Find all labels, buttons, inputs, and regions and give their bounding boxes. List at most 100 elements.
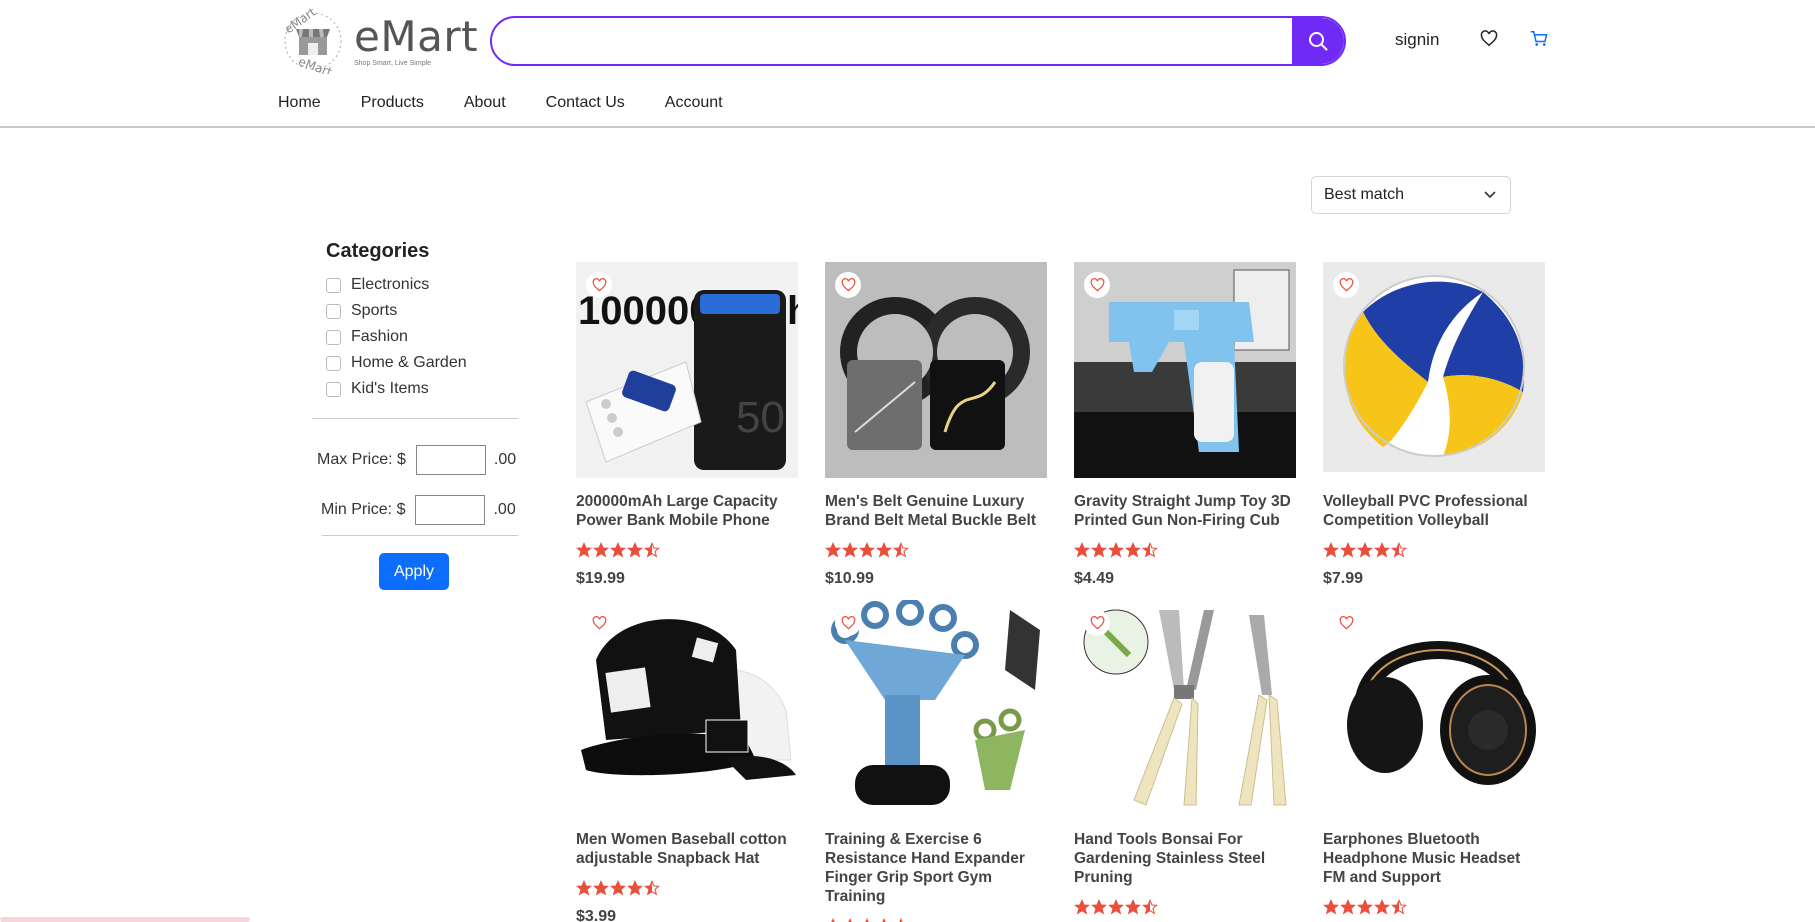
product-title[interactable]: Training & Exercise 6 Resistance Hand Ex… bbox=[825, 830, 1047, 906]
product-price: $10.99 bbox=[825, 570, 874, 587]
product-card[interactable]: Earphones Bluetooth Headphone Music Head… bbox=[1323, 600, 1545, 922]
heart-icon bbox=[1090, 278, 1104, 292]
heart-icon bbox=[1090, 616, 1104, 630]
star-icon bbox=[1391, 899, 1407, 915]
pruning-shears-image[interactable] bbox=[1074, 600, 1296, 816]
min-price-input[interactable] bbox=[415, 495, 486, 525]
brand-logo[interactable]: eMart eMart eMart Shop Smart, Live Simpl… bbox=[280, 5, 479, 80]
nav-home[interactable]: Home bbox=[278, 94, 321, 112]
product-rating bbox=[1323, 542, 1545, 560]
wishlist-heart-button[interactable] bbox=[586, 272, 612, 298]
product-card[interactable]: Hand Tools Bonsai For Gardening Stainles… bbox=[1074, 600, 1296, 922]
headphones-image[interactable] bbox=[1323, 600, 1545, 816]
category-checkbox[interactable] bbox=[326, 277, 341, 293]
category-label: Fashion bbox=[351, 328, 408, 345]
nav-products[interactable]: Products bbox=[361, 94, 424, 112]
star-icon bbox=[1142, 542, 1158, 558]
apply-button[interactable]: Apply bbox=[379, 553, 449, 590]
sort-select[interactable]: Best match bbox=[1311, 176, 1511, 214]
nav-account[interactable]: Account bbox=[665, 94, 723, 112]
volleyball-image[interactable] bbox=[1323, 262, 1545, 478]
product-card[interactable]: Gravity Straight Jump Toy 3D Printed Gun… bbox=[1074, 262, 1296, 588]
snapback-hat-image[interactable] bbox=[576, 600, 798, 816]
nav-contact-us[interactable]: Contact Us bbox=[546, 94, 625, 112]
star-icon bbox=[610, 880, 626, 896]
wishlist-heart-button[interactable] bbox=[1084, 272, 1110, 298]
category-electronics[interactable]: Electronics bbox=[326, 272, 467, 298]
star-icon bbox=[882, 918, 886, 922]
product-title[interactable]: Men's Belt Genuine Luxury Brand Belt Met… bbox=[825, 492, 1047, 530]
star-icon bbox=[848, 918, 852, 922]
star-icon bbox=[593, 542, 609, 558]
product-rating bbox=[1323, 899, 1545, 917]
search-input[interactable] bbox=[492, 18, 1292, 64]
wishlist-heart-button[interactable] bbox=[835, 272, 861, 298]
category-checkbox[interactable] bbox=[326, 381, 341, 397]
star-icon bbox=[825, 542, 841, 558]
star-icon bbox=[1374, 542, 1390, 558]
star-icon bbox=[1340, 542, 1356, 558]
main-nav: Home Products About Contact Us Account bbox=[278, 94, 763, 112]
star-icon bbox=[865, 918, 869, 922]
divider bbox=[322, 535, 518, 536]
category-label: Sports bbox=[351, 302, 398, 319]
star-icon bbox=[1074, 899, 1090, 915]
product-card[interactable]: Training & Exercise 6 Resistance Hand Ex… bbox=[825, 600, 1047, 922]
star-icon bbox=[627, 542, 643, 558]
wishlist-heart-button[interactable] bbox=[586, 610, 612, 636]
star-icon bbox=[1091, 899, 1107, 915]
category-fashion[interactable]: Fashion bbox=[326, 324, 467, 350]
category-checkbox[interactable] bbox=[326, 303, 341, 319]
star-icon bbox=[876, 542, 892, 558]
brand-name: eMart bbox=[354, 11, 479, 61]
product-card[interactable]: Men's Belt Genuine Luxury Brand Belt Met… bbox=[825, 262, 1047, 588]
category-checkbox[interactable] bbox=[326, 329, 341, 345]
star-icon bbox=[842, 542, 858, 558]
search-bar bbox=[490, 16, 1346, 66]
scroll-indicator bbox=[0, 917, 250, 922]
toy-gun-image[interactable] bbox=[1074, 262, 1296, 478]
sort-selected-label: Best match bbox=[1324, 186, 1405, 203]
product-rating bbox=[825, 542, 1047, 560]
product-title[interactable]: 200000mAh Large Capacity Power Bank Mobi… bbox=[576, 492, 798, 530]
star-icon bbox=[1091, 542, 1107, 558]
wishlist-heart-button[interactable] bbox=[1333, 272, 1359, 298]
category-sports[interactable]: Sports bbox=[326, 298, 467, 324]
product-title[interactable]: Men Women Baseball cotton adjustable Sna… bbox=[576, 830, 798, 868]
product-title[interactable]: Gravity Straight Jump Toy 3D Printed Gun… bbox=[1074, 492, 1296, 530]
product-title[interactable]: Volleyball PVC Professional Competition … bbox=[1323, 492, 1545, 530]
wishlist-button[interactable] bbox=[1480, 30, 1498, 52]
heart-icon bbox=[841, 616, 855, 630]
star-icon bbox=[576, 880, 592, 896]
product-title[interactable]: Hand Tools Bonsai For Gardening Stainles… bbox=[1074, 830, 1296, 887]
heart-icon bbox=[1339, 278, 1353, 292]
cart-icon bbox=[1530, 31, 1548, 46]
product-rating bbox=[825, 918, 1047, 922]
signin-link[interactable]: signin bbox=[1395, 30, 1439, 50]
heart-icon bbox=[1480, 30, 1498, 47]
product-title[interactable]: Earphones Bluetooth Headphone Music Head… bbox=[1323, 830, 1545, 887]
cents-label: .00 bbox=[493, 451, 517, 468]
wishlist-heart-button[interactable] bbox=[835, 610, 861, 636]
product-rating bbox=[576, 880, 798, 898]
product-price: $3.99 bbox=[576, 908, 617, 922]
svg-text:50: 50 bbox=[736, 393, 785, 442]
product-card[interactable]: Men Women Baseball cotton adjustable Sna… bbox=[576, 600, 798, 922]
category-home-garden[interactable]: Home & Garden bbox=[326, 350, 467, 376]
power-bank-image[interactable]: 100000 mAh 50 bbox=[576, 262, 798, 478]
product-rating bbox=[1074, 542, 1296, 560]
belt-image[interactable] bbox=[825, 262, 1047, 478]
category-checkbox[interactable] bbox=[326, 355, 341, 371]
cart-button[interactable] bbox=[1530, 30, 1548, 52]
product-card[interactable]: Volleyball PVC Professional Competition … bbox=[1323, 262, 1545, 588]
nav-about[interactable]: About bbox=[464, 94, 506, 112]
star-icon bbox=[1074, 542, 1090, 558]
wishlist-heart-button[interactable] bbox=[1333, 610, 1359, 636]
search-button[interactable] bbox=[1292, 18, 1344, 64]
category-kids-items[interactable]: Kid's Items bbox=[326, 376, 467, 402]
hand-grip-image[interactable] bbox=[825, 600, 1047, 816]
star-icon bbox=[610, 542, 626, 558]
product-card[interactable]: 100000 mAh 50 200000mAh Large Capacity P… bbox=[576, 262, 798, 588]
max-price-input[interactable] bbox=[415, 445, 486, 475]
wishlist-heart-button[interactable] bbox=[1084, 610, 1110, 636]
